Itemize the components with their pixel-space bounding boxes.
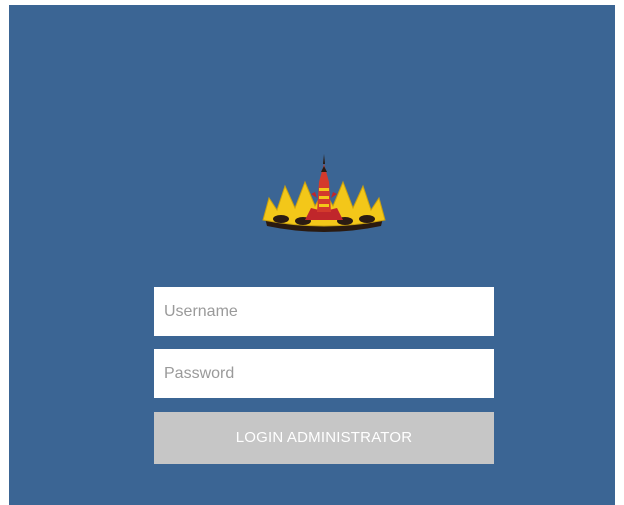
password-input[interactable] (154, 349, 494, 398)
password-field[interactable] (154, 349, 494, 398)
username-field[interactable] (154, 287, 494, 336)
login-panel: LOGIN ADMINISTRATOR (9, 5, 615, 505)
crown-emblem-icon (262, 154, 386, 232)
login-administrator-button[interactable]: LOGIN ADMINISTRATOR (154, 412, 494, 464)
username-input[interactable] (154, 287, 494, 336)
